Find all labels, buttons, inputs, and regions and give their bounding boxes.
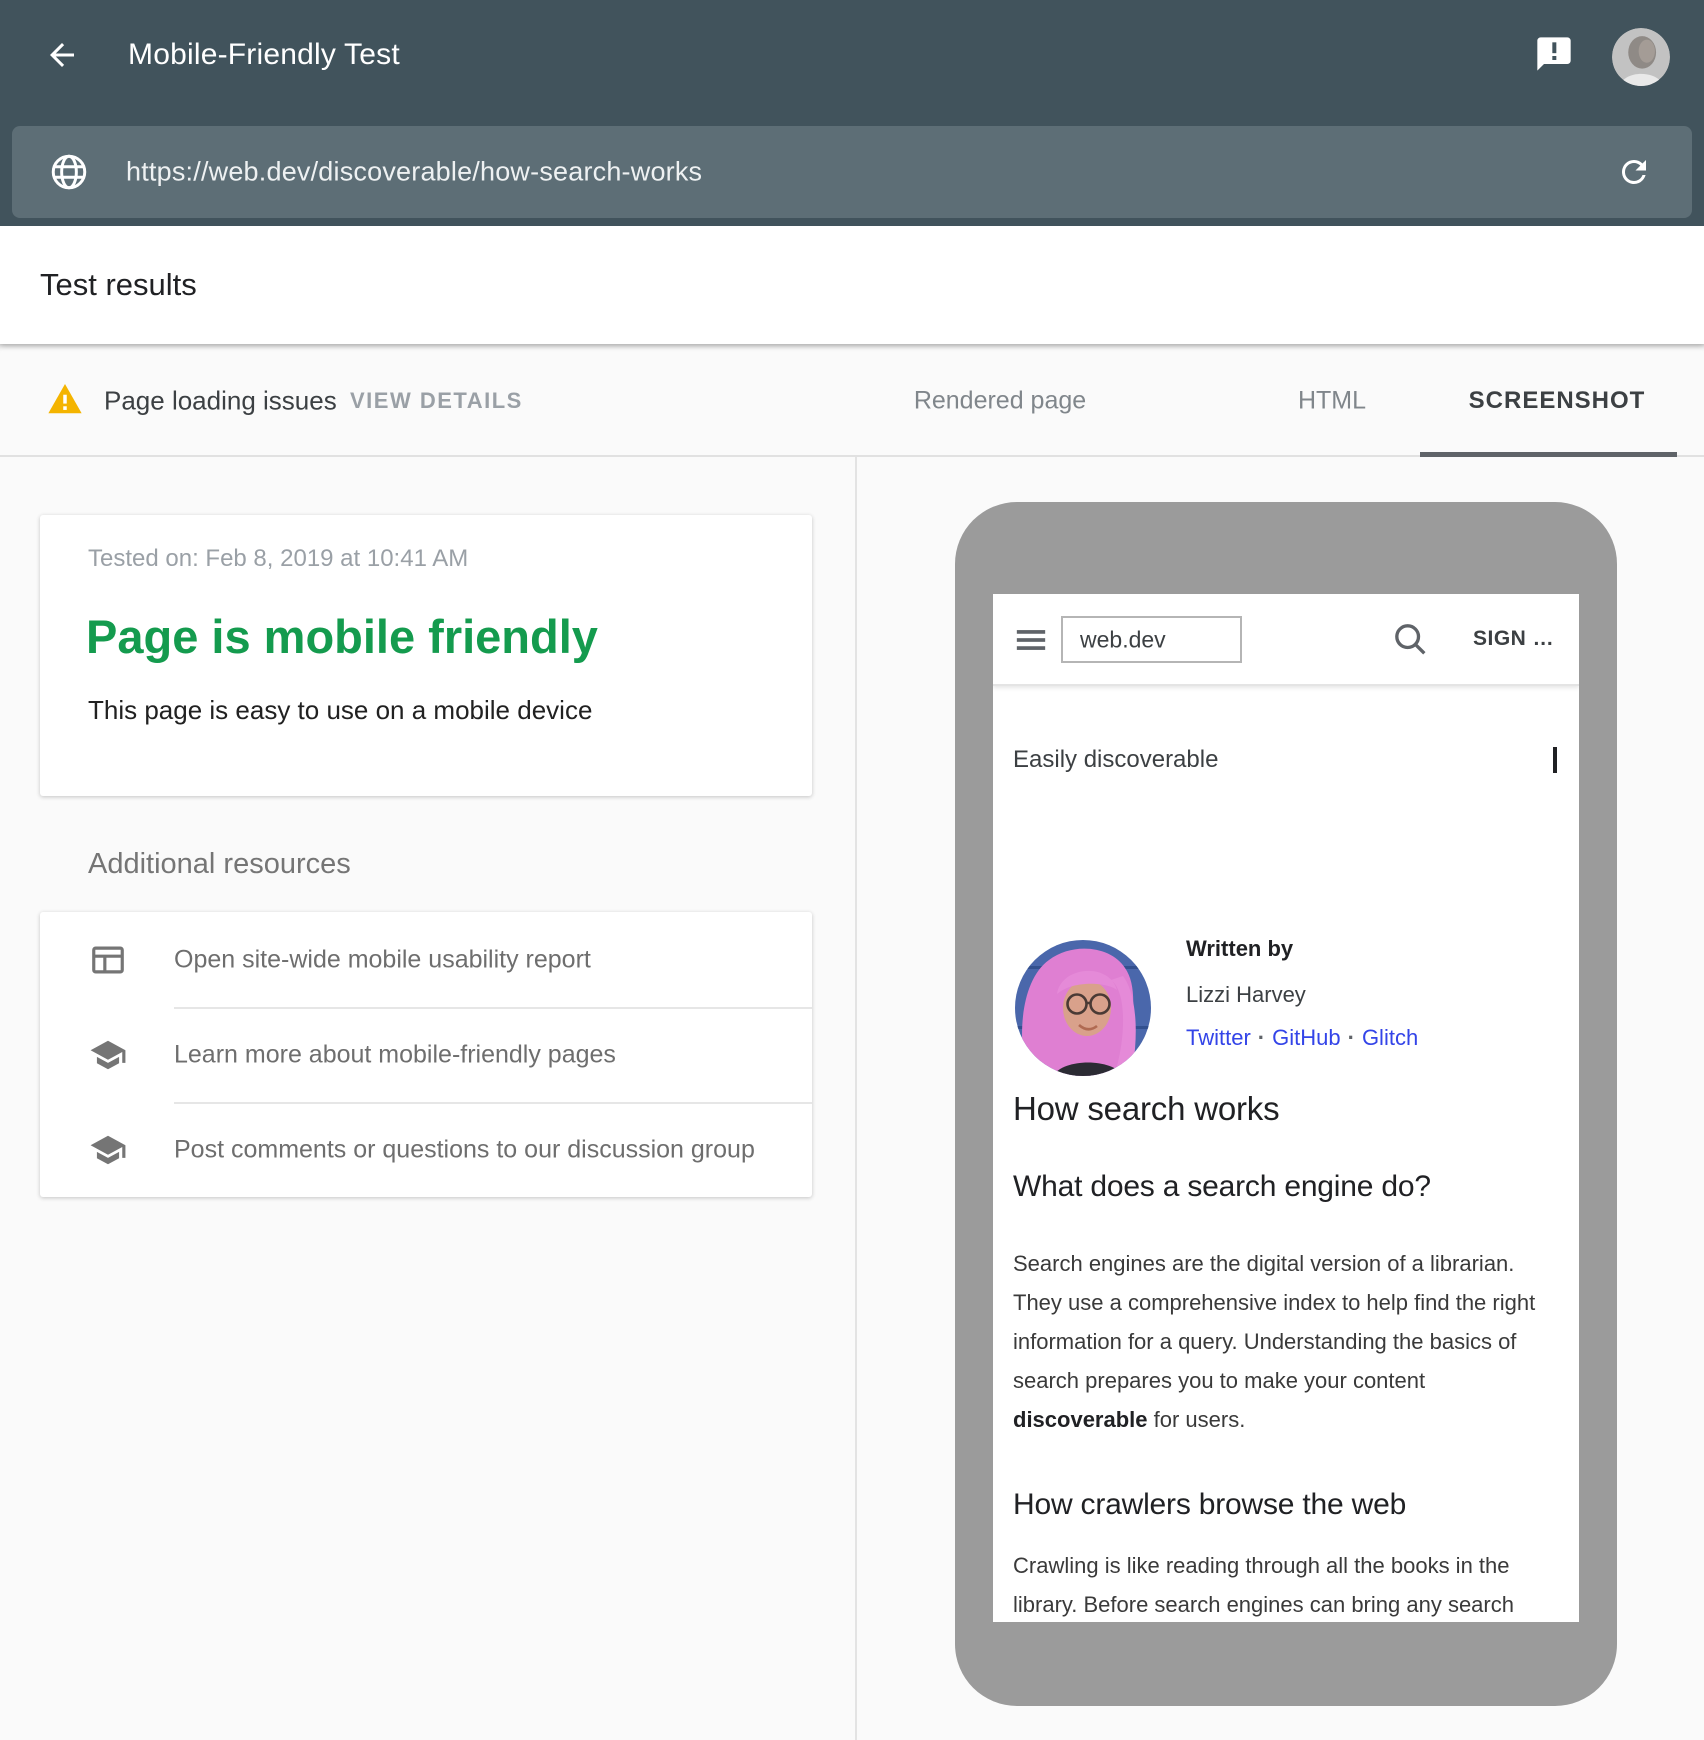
school-icon — [89, 1131, 127, 1169]
section-heading-2: How crawlers browse the web — [1013, 1488, 1406, 1522]
paragraph-2: Crawling is like reading through all the… — [1013, 1546, 1578, 1622]
link-github: GitHub — [1272, 1025, 1340, 1050]
link-glitch: Glitch — [1362, 1025, 1418, 1050]
panel-divider — [855, 344, 857, 1740]
tab-html[interactable]: HTML — [1298, 386, 1366, 415]
back-arrow-icon[interactable] — [44, 37, 80, 73]
resource-label: Post comments or questions to our discus… — [174, 1135, 755, 1164]
status-tabs-band: Page loading issues VIEW DETAILS Rendere… — [0, 344, 1704, 457]
author-links: Twitter · GitHub · Glitch — [1186, 1025, 1418, 1051]
url-text: https://web.dev/discoverable/how-search-… — [126, 157, 702, 188]
site-search-box: web.dev — [1061, 616, 1242, 663]
written-by-label: Written by — [1186, 936, 1293, 962]
verdict-description: This page is easy to use on a mobile dev… — [88, 695, 592, 726]
view-details-button[interactable]: VIEW DETAILS — [350, 388, 523, 414]
site-name: web.dev — [1080, 626, 1166, 653]
resource-learn-more[interactable]: Learn more about mobile-friendly pages — [40, 1007, 812, 1102]
active-tab-indicator — [1420, 452, 1677, 457]
mobile-friendly-test-app: Mobile-Friendly Test — [0, 0, 1704, 1740]
paragraph-1: Search engines are the digital version o… — [1013, 1244, 1578, 1439]
phone-screenshot: web.dev SIGN … Easily discoverable — [993, 594, 1579, 1622]
url-bar[interactable]: https://web.dev/discoverable/how-search-… — [12, 126, 1692, 218]
tab-rendered-page[interactable]: Rendered page — [914, 386, 1086, 415]
warning-icon — [46, 380, 84, 418]
search-icon — [1391, 620, 1431, 660]
page-title: Test results — [40, 267, 197, 303]
page-loading-issues-label: Page loading issues — [104, 385, 337, 416]
web-icon — [89, 941, 127, 979]
link-twitter: Twitter — [1186, 1025, 1251, 1050]
author-name: Lizzi Harvey — [1186, 982, 1306, 1008]
url-zone: https://web.dev/discoverable/how-search-… — [0, 110, 1704, 226]
tab-screenshot[interactable]: SCREENSHOT — [1469, 387, 1646, 415]
school-icon — [89, 1036, 127, 1074]
resource-usability-report[interactable]: Open site-wide mobile usability report — [40, 912, 812, 1007]
resource-discussion-group[interactable]: Post comments or questions to our discus… — [40, 1102, 812, 1197]
paragraph-text: for users. — [1148, 1407, 1246, 1432]
additional-resources-heading: Additional resources — [88, 848, 351, 881]
avatar-photo — [1612, 28, 1670, 86]
sign-in-label: SIGN … — [1473, 627, 1554, 651]
tested-on-timestamp: Tested on: Feb 8, 2019 at 10:41 AM — [88, 545, 468, 573]
screenshot-site-header: web.dev SIGN … — [993, 594, 1579, 686]
breadcrumb: Easily discoverable — [1013, 746, 1218, 774]
phone-mockup: web.dev SIGN … Easily discoverable — [955, 502, 1617, 1706]
article-title: How search works — [1013, 1090, 1279, 1128]
results-header-band: Test results — [0, 226, 1704, 344]
verdict-heading: Page is mobile friendly — [86, 609, 598, 664]
section-heading-1: What does a search engine do? — [1013, 1170, 1431, 1204]
user-avatar[interactable] — [1612, 28, 1670, 86]
feedback-icon[interactable] — [1534, 34, 1574, 74]
link-separator: · — [1258, 1025, 1265, 1050]
result-card: Tested on: Feb 8, 2019 at 10:41 AM Page … — [40, 515, 812, 796]
app-bar: Mobile-Friendly Test — [0, 0, 1704, 110]
overflow-cursor-bar — [1553, 747, 1557, 773]
app-title: Mobile-Friendly Test — [128, 38, 400, 72]
resource-label: Learn more about mobile-friendly pages — [174, 1040, 616, 1069]
refresh-icon[interactable] — [1616, 154, 1652, 190]
globe-icon — [48, 151, 90, 193]
link-separator: · — [1348, 1025, 1355, 1050]
bold-keyword: discoverable — [1013, 1407, 1148, 1432]
resource-label: Open site-wide mobile usability report — [174, 945, 591, 974]
resources-card: Open site-wide mobile usability report L… — [40, 912, 812, 1197]
author-avatar — [1015, 940, 1151, 1076]
hamburger-menu-icon — [1014, 623, 1048, 657]
paragraph-text: Search engines are the digital version o… — [1013, 1251, 1535, 1393]
